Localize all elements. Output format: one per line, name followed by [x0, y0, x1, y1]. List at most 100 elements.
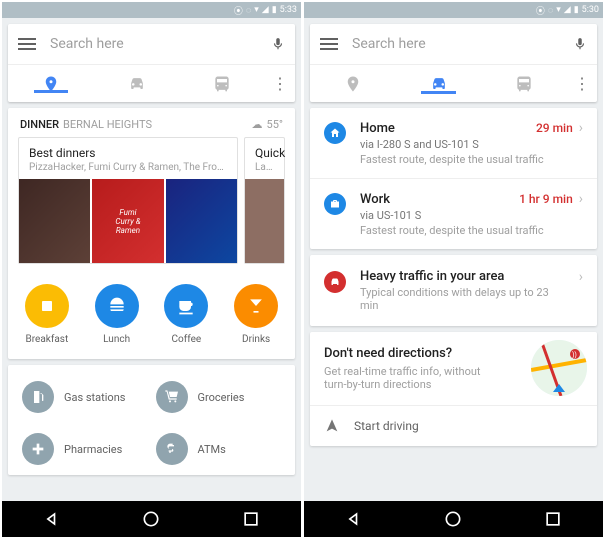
dinner-location: BERNAL HEIGHTS [63, 118, 152, 131]
recents-button[interactable] [543, 509, 563, 529]
tab-driving[interactable] [396, 74, 482, 94]
dinner-card: DINNER BERNAL HEIGHTS ☁ 55° Best dinners… [8, 108, 295, 359]
back-button[interactable] [344, 509, 364, 529]
location-icon: ⦿ [536, 4, 545, 17]
quick-label: Coffee [172, 334, 202, 345]
lunch-icon [95, 284, 139, 328]
breakfast-icon [25, 284, 69, 328]
traffic-subtitle: Typical conditions with delays up to 23 … [360, 286, 559, 312]
menu-icon[interactable] [18, 38, 36, 50]
nearby-gas[interactable]: Gas stations [18, 371, 152, 423]
destination-work[interactable]: Work 1 hr 9 min › via US-101 S Fastest r… [310, 179, 597, 249]
dinner-title: DINNER [20, 118, 59, 131]
start-driving-button[interactable]: Start driving [310, 405, 597, 446]
quick-label: Drinks [242, 334, 270, 345]
search-input[interactable]: Search here [50, 36, 257, 52]
home-icon [324, 122, 346, 144]
status-bar: ⦿ ◌ ▾ ◢ ▮ 5:33 [2, 2, 301, 18]
traffic-card[interactable]: Heavy traffic in your area Typical condi… [310, 255, 597, 326]
quick-label: Lunch [103, 334, 130, 345]
carousel-title: Best dinners [29, 146, 227, 160]
tab-transit[interactable] [179, 74, 265, 94]
overflow-menu[interactable]: ⋮ [567, 74, 597, 93]
nearby-label: Groceries [198, 391, 245, 404]
recents-button[interactable] [241, 509, 261, 529]
content-right: Home 29 min › via I-280 S and US-101 S F… [304, 102, 603, 501]
quick-coffee[interactable]: Coffee [152, 284, 222, 345]
battery-icon: ▮ [574, 5, 579, 15]
location-icon: ⦿ [234, 4, 243, 17]
nearby-atms[interactable]: ATMs [152, 423, 286, 475]
tabs: ⋮ [310, 64, 597, 102]
pharmacy-icon [22, 433, 54, 465]
menu-icon[interactable] [320, 38, 338, 50]
no-directions-card: Don't need directions? Get real-time tra… [310, 332, 597, 446]
traffic-title: Heavy traffic in your area [360, 269, 559, 284]
cloud-icon: ◌ [246, 5, 251, 16]
search-row[interactable]: Search here [310, 24, 597, 64]
weather: ☁ 55° [252, 118, 283, 131]
nodir-subtitle: Get real-time traffic info, without turn… [324, 365, 504, 391]
dest-time: 29 min [536, 121, 573, 135]
nearby-pharmacies[interactable]: Pharmacies [18, 423, 152, 475]
carousel-card[interactable]: Quick La Alt [244, 137, 285, 264]
nearby-groceries[interactable]: Groceries [152, 371, 286, 423]
back-button[interactable] [42, 509, 62, 529]
dest-time: 1 hr 9 min [519, 192, 573, 206]
map-thumbnail: )) [531, 340, 587, 396]
nav-bar [2, 501, 301, 537]
search-row[interactable]: Search here [8, 24, 295, 64]
overflow-menu[interactable]: ⋮ [265, 74, 295, 93]
nearby-label: Pharmacies [64, 443, 122, 456]
home-button[interactable] [443, 509, 463, 529]
cart-icon [156, 381, 188, 413]
dinner-carousel[interactable]: Best dinners PizzaHacker, Fumi Curry & R… [8, 137, 295, 274]
tabs: ⋮ [8, 64, 295, 102]
dest-note: Fastest route, despite the usual traffic [360, 224, 583, 237]
tab-explore[interactable] [310, 75, 396, 93]
no-directions-body[interactable]: Don't need directions? Get real-time tra… [310, 332, 597, 405]
quick-categories: Breakfast Lunch Coffee Drinks [8, 274, 295, 359]
cloud-icon: ☁ [252, 118, 263, 131]
phone-left: ⦿ ◌ ▾ ◢ ▮ 5:33 Search here ⋮ DINNER BERN… [2, 2, 301, 537]
dest-name: Work [360, 192, 390, 207]
nearby-label: ATMs [198, 443, 226, 456]
quick-lunch[interactable]: Lunch [82, 284, 152, 345]
signal-icon: ◢ [262, 5, 269, 15]
destinations-card: Home 29 min › via I-280 S and US-101 S F… [310, 108, 597, 249]
cloud-icon: ◌ [548, 5, 553, 16]
quick-breakfast[interactable]: Breakfast [12, 284, 82, 345]
coffee-icon [164, 284, 208, 328]
tab-explore[interactable] [8, 75, 94, 93]
dinner-header: DINNER BERNAL HEIGHTS ☁ 55° [8, 108, 295, 137]
start-driving-label: Start driving [354, 419, 419, 433]
dest-name: Home [360, 121, 395, 136]
carousel-images: FumiCurry &Ramen [19, 179, 237, 263]
search-card: Search here ⋮ [310, 24, 597, 102]
dest-via: via I-280 S and US-101 S [360, 138, 583, 151]
tab-driving[interactable] [94, 74, 180, 94]
mic-icon[interactable] [573, 34, 587, 54]
destination-home[interactable]: Home 29 min › via I-280 S and US-101 S F… [310, 108, 597, 179]
drinks-icon [234, 284, 278, 328]
nav-bar [304, 501, 603, 537]
home-button[interactable] [141, 509, 161, 529]
temp: 55° [267, 118, 283, 131]
wifi-icon: ▾ [556, 5, 561, 15]
traffic-icon [324, 271, 346, 293]
quick-label: Breakfast [26, 334, 69, 345]
quick-drinks[interactable]: Drinks [221, 284, 291, 345]
chevron-right-icon: › [579, 120, 583, 136]
search-input[interactable]: Search here [352, 36, 559, 52]
nearby-label: Gas stations [64, 391, 125, 404]
nearby-card: Gas stations Groceries Pharmacies ATMs [8, 365, 295, 475]
chevron-right-icon: › [579, 269, 583, 285]
svg-text:)): )) [572, 351, 577, 359]
carousel-subtitle: PizzaHacker, Fumi Curry & Ramen, The Fro… [29, 162, 227, 173]
search-card: Search here ⋮ [8, 24, 295, 102]
carousel-card[interactable]: Best dinners PizzaHacker, Fumi Curry & R… [18, 137, 238, 264]
mic-icon[interactable] [271, 34, 285, 54]
phone-right: ⦿ ◌ ▾ ◢ ▮ 5:30 Search here ⋮ Home [304, 2, 603, 537]
tab-transit[interactable] [481, 74, 567, 94]
atm-icon [156, 433, 188, 465]
